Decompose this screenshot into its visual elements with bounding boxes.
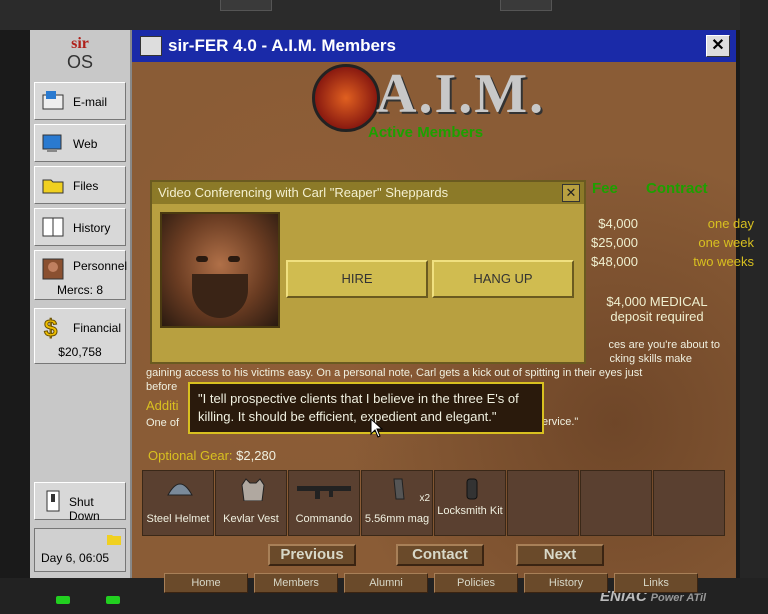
sidebar-item-personnel[interactable]: Personnel Mercs: 8: [34, 250, 127, 300]
gear-slot-556mm-mag[interactable]: x2 5.56mm mag: [361, 470, 433, 536]
additional-info-text: One of: [146, 417, 180, 429]
sidebar-item-email[interactable]: E-mail: [34, 82, 126, 120]
sir-os-logo: sir OS: [66, 35, 93, 73]
gear-slot-commando[interactable]: Commando: [288, 470, 360, 536]
contact-button[interactable]: Contact: [396, 544, 484, 566]
power-led-icon: [56, 596, 70, 604]
app-icon: [140, 36, 162, 56]
link-policies[interactable]: Policies: [434, 573, 518, 593]
medical-deposit: $4,000 MEDICAL deposit required: [606, 294, 708, 324]
date-display: Day 6, 06:05: [34, 528, 126, 572]
next-button[interactable]: Next: [516, 544, 604, 566]
magazine-icon: [393, 478, 405, 500]
window-titlebar: sir-FER 4.0 - A.I.M. Members ✕: [132, 30, 736, 62]
merc-portrait: [160, 212, 280, 328]
optional-gear-label: Optional Gear: $2,280: [148, 448, 276, 463]
sidebar-item-files[interactable]: Files: [34, 166, 126, 204]
helmet-icon: [167, 483, 193, 496]
gear-slot-steel-helmet[interactable]: Steel Helmet: [142, 470, 214, 536]
sidebar-item-history[interactable]: History: [34, 208, 126, 246]
gear-slot-kevlar-vest[interactable]: Kevlar Vest: [215, 470, 287, 536]
bezel-notch: [220, 0, 272, 11]
gear-slot-empty: [580, 470, 652, 536]
gear-inventory: Steel Helmet Kevlar Vest Commando x2 5.5…: [142, 470, 726, 536]
link-links[interactable]: Links: [614, 573, 698, 593]
window-content: A.I.M. Active Members Fee Contract $4,00…: [132, 62, 754, 593]
folder-icon: [107, 535, 121, 545]
dialog-titlebar: Video Conferencing with Carl "Reaper" Sh…: [152, 182, 584, 204]
sidebar-item-web[interactable]: Web: [34, 124, 126, 162]
book-icon: [42, 217, 64, 237]
person-icon: [42, 258, 64, 280]
window-close-button[interactable]: ✕: [706, 35, 730, 57]
aim-emblem-icon: [312, 64, 380, 132]
bezel-notch: [500, 0, 552, 11]
link-home[interactable]: Home: [164, 573, 248, 593]
dialog-close-button[interactable]: ✕: [562, 184, 580, 202]
video-conference-dialog: Video Conferencing with Carl "Reaper" Sh…: [150, 180, 586, 364]
hang-up-button[interactable]: HANG UP: [432, 260, 574, 298]
shutdown-button[interactable]: Shut Down: [34, 482, 126, 523]
additional-info-label: Additi: [146, 398, 179, 413]
aim-window: sir-FER 4.0 - A.I.M. Members ✕ A.I.M. Ac…: [132, 30, 754, 593]
gear-slot-locksmith-kit[interactable]: Locksmith Kit: [434, 470, 506, 536]
mouse-cursor-icon: [370, 418, 384, 438]
kit-icon: [466, 478, 478, 500]
aim-logo: A.I.M. Active Members: [312, 63, 572, 144]
svg-text:$: $: [44, 315, 58, 339]
additional-info-text-end: ervice.": [542, 416, 579, 428]
web-icon: [42, 134, 62, 152]
power-switch-icon: [46, 490, 60, 512]
gear-slot-empty: [653, 470, 725, 536]
sidebar: sir OS E-mail Web Files History Personne…: [30, 30, 132, 578]
gear-slot-empty: [507, 470, 579, 536]
dollar-icon: $: [44, 315, 59, 339]
contract-header: Contract: [646, 180, 708, 197]
vest-icon: [241, 478, 265, 501]
sidebar-item-financial[interactable]: $ Financial $20,758: [34, 308, 126, 364]
drive-led-icon: [106, 596, 120, 604]
link-history[interactable]: History: [524, 573, 608, 593]
link-alumni[interactable]: Alumni: [344, 573, 428, 593]
link-members[interactable]: Members: [254, 573, 338, 593]
email-icon: [42, 91, 64, 110]
hire-button[interactable]: HIRE: [286, 260, 428, 298]
merc-quote-bubble: "I tell prospective clients that I belie…: [188, 382, 544, 434]
previous-button[interactable]: Previous: [268, 544, 356, 566]
page-title: Active Members: [368, 124, 484, 141]
monitor-bezel-right: [740, 0, 768, 614]
fee-header: Fee: [592, 180, 618, 197]
monitor-bezel-top: [0, 0, 768, 30]
rifle-icon: [297, 486, 351, 499]
folder-icon: [42, 179, 64, 194]
